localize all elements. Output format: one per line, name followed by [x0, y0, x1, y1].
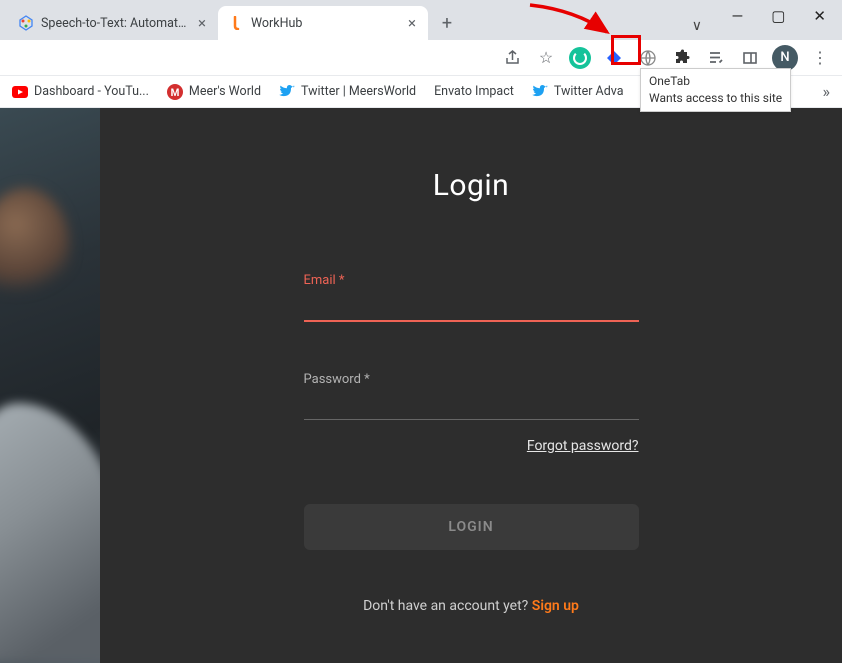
extension-tooltip: OneTab Wants access to this site	[640, 68, 791, 112]
bookmark-label: Twitter Adva	[554, 84, 624, 99]
youtube-icon	[12, 84, 28, 100]
bookmark-envato[interactable]: Envato Impact	[434, 84, 514, 99]
maximize-button[interactable]: ▢	[771, 7, 785, 25]
tooltip-body: Wants access to this site	[649, 90, 782, 107]
m-icon: M	[167, 84, 183, 100]
twitter-icon	[279, 84, 295, 100]
profile-avatar[interactable]: N	[772, 45, 798, 71]
email-field-group: Email *	[304, 273, 639, 322]
hero-side-image	[0, 108, 100, 663]
tab-title: WorkHub	[251, 16, 399, 31]
bookmark-label: Meer's World	[189, 84, 261, 99]
browser-tab-workhub[interactable]: WorkHub ×	[218, 6, 428, 40]
page-content: Login Email * Password * Forgot password…	[0, 108, 842, 663]
close-icon[interactable]: ×	[406, 14, 418, 32]
reading-list-icon[interactable]	[704, 46, 728, 70]
window-controls: — ▢ ✕	[716, 0, 842, 32]
signup-row: Don't have an account yet? Sign up	[363, 598, 579, 614]
new-tab-button[interactable]: +	[432, 8, 462, 38]
login-button[interactable]: LOGIN	[304, 504, 639, 550]
bookmark-label: Envato Impact	[434, 84, 514, 99]
side-panel-icon[interactable]	[738, 46, 762, 70]
workhub-icon	[228, 15, 244, 31]
grammarly-icon[interactable]	[568, 46, 592, 70]
bookmark-label: Dashboard - YouTu...	[34, 84, 149, 99]
bookmark-star-icon[interactable]: ☆	[534, 46, 558, 70]
login-panel: Login Email * Password * Forgot password…	[100, 108, 842, 663]
signup-link[interactable]: Sign up	[532, 598, 579, 614]
bookmarks-overflow-button[interactable]: »	[823, 82, 831, 101]
login-title: Login	[433, 168, 509, 203]
browser-tab-speech[interactable]: Speech-to-Text: Automatic Spee ×	[8, 6, 218, 40]
close-window-button[interactable]: ✕	[813, 7, 826, 25]
bookmark-meersworld[interactable]: M Meer's World	[167, 84, 261, 100]
signup-prompt: Don't have an account yet?	[363, 598, 532, 614]
password-field-group: Password *	[304, 372, 639, 420]
email-input[interactable]	[304, 294, 639, 322]
extensions-icon[interactable]	[670, 46, 694, 70]
forgot-password-link[interactable]: Forgot password?	[304, 438, 639, 454]
login-form: Email * Password * Forgot password? LOGI…	[304, 273, 639, 550]
password-label: Password *	[304, 372, 639, 387]
bookmark-twitter[interactable]: Twitter | MeersWorld	[279, 84, 416, 100]
bookmark-label: Twitter | MeersWorld	[301, 84, 416, 99]
close-icon[interactable]: ×	[196, 14, 208, 32]
twitter-icon	[532, 84, 548, 100]
tooltip-title: OneTab	[649, 73, 782, 90]
bookmark-youtube[interactable]: Dashboard - YouTu...	[12, 84, 149, 100]
minimize-button[interactable]: —	[732, 7, 744, 25]
onetab-icon[interactable]	[602, 46, 626, 70]
kebab-menu-icon[interactable]: ⋮	[808, 46, 832, 70]
tab-title: Speech-to-Text: Automatic Spee	[41, 16, 189, 31]
svg-text:M: M	[171, 88, 180, 99]
globe-icon[interactable]	[636, 46, 660, 70]
share-icon[interactable]	[500, 46, 524, 70]
email-label: Email *	[304, 273, 639, 288]
bookmark-twitter-adv[interactable]: Twitter Adva	[532, 84, 624, 100]
password-input[interactable]	[304, 393, 639, 420]
gcloud-icon	[18, 15, 34, 31]
tab-search-button[interactable]: ∨	[692, 18, 702, 34]
